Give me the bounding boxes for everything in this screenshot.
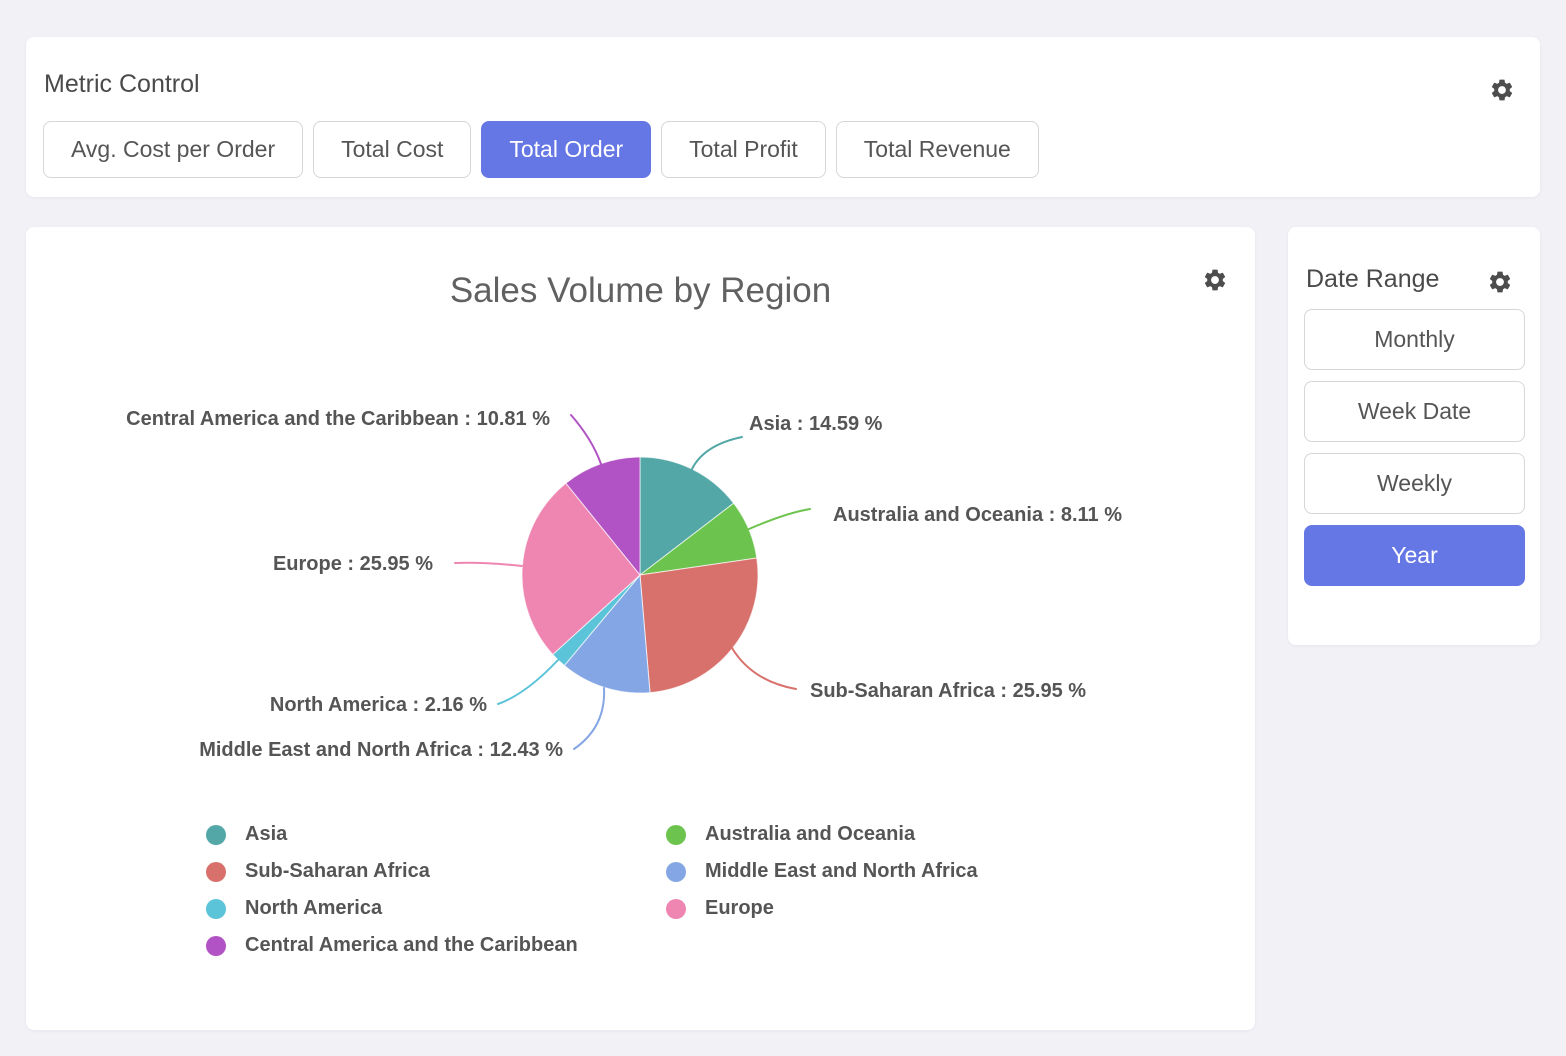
date-range-panel: Date Range Monthly Week Date Weekly Year — [1288, 227, 1540, 645]
gear-icon — [1487, 269, 1513, 295]
date-option-weekly[interactable]: Weekly — [1304, 453, 1525, 514]
slice-label-central-america-and-the-caribbean: Central America and the Caribbean : 10.8… — [126, 408, 550, 430]
metric-option-total-order[interactable]: Total Order — [481, 121, 651, 178]
chart-title: Sales Volume by Region — [26, 273, 1255, 308]
legend-item-north-america[interactable]: North America — [206, 897, 666, 920]
legend-label: Asia — [245, 823, 287, 846]
legend-item-sub-saharan-africa[interactable]: Sub-Saharan Africa — [206, 860, 666, 883]
date-option-week-date[interactable]: Week Date — [1304, 381, 1525, 442]
date-range-settings-button[interactable] — [1487, 269, 1513, 295]
legend-dot-icon — [666, 825, 686, 845]
label-line-north-america — [498, 660, 558, 704]
metric-option-total-cost[interactable]: Total Cost — [313, 121, 471, 178]
legend-dot-icon — [206, 899, 226, 919]
legend-dot-icon — [206, 936, 226, 956]
legend-item-central-america-and-the-caribbean[interactable]: Central America and the Caribbean — [206, 934, 666, 957]
label-line-sub-saharan-africa — [732, 648, 796, 689]
slice-label-middle-east-and-north-africa: Middle East and North Africa : 12.43 % — [199, 739, 563, 761]
legend-item-asia[interactable]: Asia — [206, 823, 666, 846]
date-option-year[interactable]: Year — [1304, 525, 1525, 586]
date-options-group: Monthly Week Date Weekly Year — [1304, 309, 1525, 586]
pie-chart[interactable]: Asia : 14.59 % Australia and Oceania : 8.… — [26, 382, 1255, 832]
legend-item-australia-and-oceania[interactable]: Australia and Oceania — [666, 823, 978, 846]
legend-label: North America — [245, 897, 382, 920]
metric-options-group: Avg. Cost per OrderTotal CostTotal Order… — [43, 121, 1039, 178]
legend-label: Middle East and North Africa — [705, 860, 978, 883]
legend-dot-icon — [206, 862, 226, 882]
legend-dot-icon — [666, 862, 686, 882]
gear-icon — [1489, 77, 1515, 103]
label-line-middle-east-and-north-africa — [574, 688, 604, 749]
slice-label-north-america: North America : 2.16 % — [270, 694, 487, 716]
date-option-monthly[interactable]: Monthly — [1304, 309, 1525, 370]
chart-legend: Asia Australia and Oceania Sub-Saharan Afr… — [206, 816, 978, 964]
sales-volume-chart-panel: Sales Volume by Region Asia : 14.59 % Aus… — [26, 227, 1255, 1030]
legend-item-europe[interactable]: Europe — [666, 897, 978, 920]
label-line-central-america-and-the-caribbean — [571, 415, 601, 464]
label-line-europe — [455, 563, 522, 566]
metric-option-total-revenue[interactable]: Total Revenue — [836, 121, 1039, 178]
slice-label-sub-saharan-africa: Sub-Saharan Africa : 25.95 % — [810, 680, 1086, 702]
metric-control-panel: Metric Control Avg. Cost per OrderTotal … — [26, 37, 1540, 197]
legend-label: Europe — [705, 897, 774, 920]
label-line-australia-and-oceania — [749, 509, 810, 529]
legend-dot-icon — [206, 825, 226, 845]
legend-item-middle-east-and-north-africa[interactable]: Middle East and North Africa — [666, 860, 978, 883]
chart-settings-button[interactable] — [1202, 267, 1228, 293]
metric-option-total-profit[interactable]: Total Profit — [661, 121, 826, 178]
pie-slice-sub-saharan-africa[interactable] — [640, 558, 758, 693]
metric-control-settings-button[interactable] — [1489, 77, 1515, 103]
slice-label-europe: Europe : 25.95 % — [273, 553, 433, 575]
gear-icon — [1202, 267, 1228, 293]
legend-label: Australia and Oceania — [705, 823, 915, 846]
metric-control-title: Metric Control — [44, 72, 200, 97]
metric-option-avg-cost-per-order[interactable]: Avg. Cost per Order — [43, 121, 303, 178]
slice-label-australia-and-oceania: Australia and Oceania : 8.11 % — [833, 504, 1122, 526]
legend-dot-icon — [666, 899, 686, 919]
legend-label: Sub-Saharan Africa — [245, 860, 430, 883]
legend-label: Central America and the Caribbean — [245, 934, 578, 957]
label-line-asia — [692, 437, 742, 469]
slice-label-asia: Asia : 14.59 % — [749, 413, 883, 435]
date-range-title: Date Range — [1306, 267, 1439, 292]
